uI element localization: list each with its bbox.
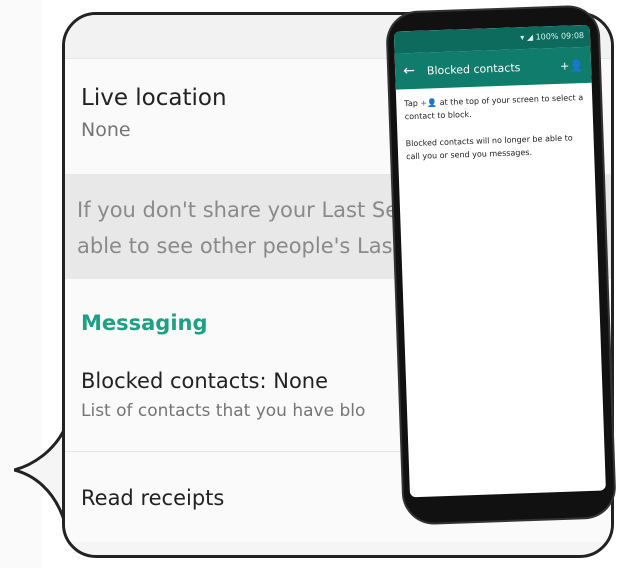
signal-icon: ◢: [526, 32, 534, 42]
app-bar-title: Blocked contacts: [426, 60, 521, 77]
live-location-title: Live location: [81, 85, 227, 111]
live-location-value: None: [81, 119, 131, 141]
status-text: 100% 09:08: [535, 30, 585, 42]
wifi-icon: ▾: [520, 33, 525, 43]
instruction-pre: Tap: [404, 98, 419, 109]
instruction-paragraph: Tap +👤 at the top of your screen to sele…: [404, 91, 585, 123]
section-header: Messaging: [81, 311, 208, 335]
blocked-contacts-content: Tap +👤 at the top of your screen to sele…: [396, 83, 595, 186]
blocked-contacts-subtitle: List of contacts that you have blo: [81, 401, 366, 421]
phone-mockup: ▾ ◢ 100% 09:08 ← Blocked contacts +👤 Tap…: [387, 6, 615, 524]
info-line-1: If you don't share your Last Se: [77, 198, 399, 222]
add-contact-icon[interactable]: +👤: [560, 59, 583, 73]
add-contact-inline-icon: +👤: [420, 98, 438, 108]
arrow-back-icon[interactable]: ←: [403, 63, 415, 79]
read-receipts-title: Read receipts: [81, 486, 225, 510]
blocked-explanation: Blocked contacts will no longer be able …: [405, 133, 573, 162]
blocked-contacts-title: Blocked contacts: None: [81, 369, 329, 393]
info-line-2: able to see other people's Las: [77, 234, 393, 258]
phone-screen: ▾ ◢ 100% 09:08 ← Blocked contacts +👤 Tap…: [393, 24, 606, 498]
